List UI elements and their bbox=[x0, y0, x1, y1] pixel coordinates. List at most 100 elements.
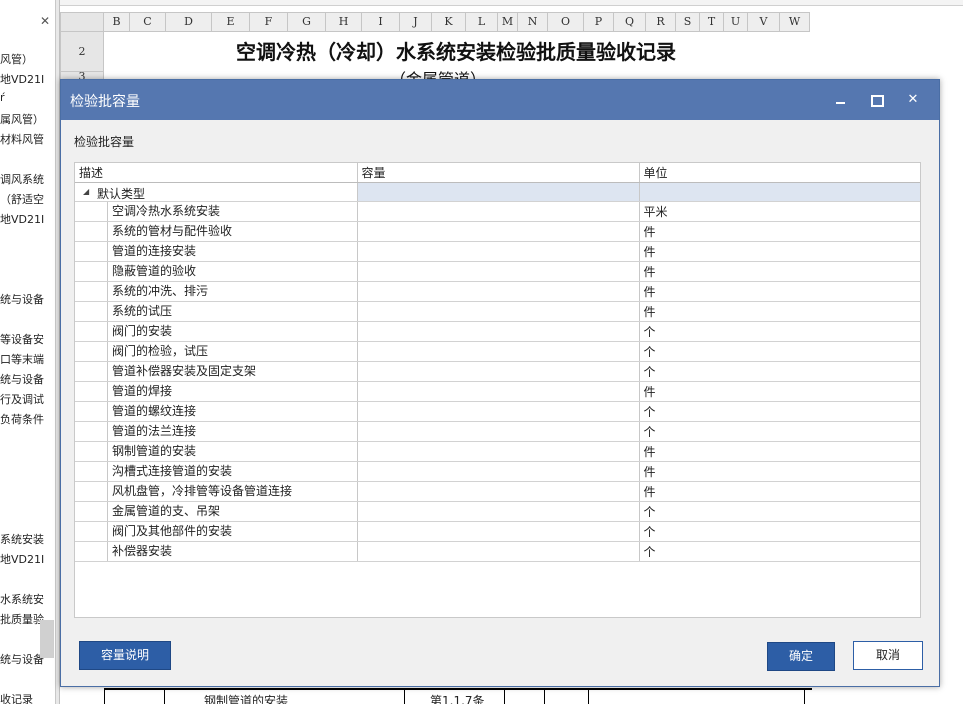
table-row[interactable]: 钢制管道的安装 件 bbox=[75, 441, 920, 462]
row-capacity-cell[interactable] bbox=[357, 501, 640, 522]
dialog-titlebar[interactable]: 检验批容量 ✕ bbox=[61, 80, 939, 120]
column-header[interactable]: F bbox=[250, 12, 288, 32]
column-header[interactable]: D bbox=[166, 12, 212, 32]
row-desc: 空调冷热水系统安装 bbox=[107, 201, 356, 220]
table-row[interactable]: 阀门的安装 个 bbox=[75, 321, 920, 342]
column-header[interactable]: G bbox=[288, 12, 326, 32]
tree-item[interactable]: 统与设备 bbox=[0, 651, 44, 667]
table-row[interactable]: 金属管道的支、吊架 个 bbox=[75, 501, 920, 522]
column-header[interactable]: R bbox=[646, 12, 676, 32]
tree-item[interactable]: 口等末端 bbox=[0, 351, 44, 367]
row-capacity-cell[interactable] bbox=[357, 381, 640, 402]
table-row[interactable]: 沟槽式连接管道的安装 件 bbox=[75, 461, 920, 482]
column-header[interactable]: L bbox=[466, 12, 498, 32]
table-row[interactable]: 管道的焊接 件 bbox=[75, 381, 920, 402]
table-row[interactable]: 管道的螺纹连接 个 bbox=[75, 401, 920, 422]
row-capacity-cell[interactable] bbox=[357, 321, 640, 342]
table-row[interactable]: 阀门及其他部件的安装 个 bbox=[75, 521, 920, 542]
tree-item[interactable]: 水系统安 bbox=[0, 591, 44, 607]
row-capacity-cell[interactable] bbox=[357, 481, 640, 502]
table-row[interactable]: 阀门的检验，试压 个 bbox=[75, 341, 920, 362]
tree-item[interactable]: 行及调试 bbox=[0, 391, 44, 407]
row-desc: 管道补偿器安装及固定支架 bbox=[107, 361, 356, 380]
column-header[interactable]: T bbox=[700, 12, 724, 32]
column-header[interactable]: M bbox=[498, 12, 518, 32]
row-unit: 平米 bbox=[639, 201, 920, 222]
column-header[interactable]: S bbox=[676, 12, 700, 32]
minimize-icon[interactable] bbox=[831, 90, 851, 110]
table-row[interactable]: 系统的试压 件 bbox=[75, 301, 920, 322]
tree-item[interactable]: 统与设备 bbox=[0, 371, 44, 387]
column-header[interactable]: V bbox=[748, 12, 780, 32]
left-panel-scrollbar[interactable] bbox=[40, 620, 54, 658]
row-header[interactable]: 2 bbox=[60, 32, 104, 72]
tree-item[interactable]: 系统安装 bbox=[0, 531, 44, 547]
column-header[interactable]: H bbox=[326, 12, 362, 32]
row-capacity-cell[interactable] bbox=[357, 421, 640, 442]
row-capacity-cell[interactable] bbox=[357, 241, 640, 262]
column-header-unit[interactable]: 单位 bbox=[639, 163, 920, 183]
column-header[interactable]: N bbox=[518, 12, 548, 32]
row-capacity-cell[interactable] bbox=[357, 281, 640, 302]
tree-item[interactable]: 地VD21I bbox=[0, 71, 44, 87]
tree-item[interactable]: 收记录 bbox=[0, 691, 33, 704]
capacity-info-button[interactable]: 容量说明 bbox=[79, 641, 171, 670]
row-capacity-cell[interactable] bbox=[357, 401, 640, 422]
row-capacity-cell[interactable] bbox=[357, 201, 640, 222]
sheet-corner[interactable] bbox=[60, 12, 104, 32]
table-row[interactable]: 管道补偿器安装及固定支架 个 bbox=[75, 361, 920, 382]
table-row[interactable]: 隐蔽管道的验收 件 bbox=[75, 261, 920, 282]
row-capacity-cell[interactable] bbox=[357, 341, 640, 362]
column-header[interactable]: K bbox=[432, 12, 466, 32]
row-capacity-cell[interactable] bbox=[357, 441, 640, 462]
tree-item[interactable]: 材料风管 bbox=[0, 131, 44, 147]
close-icon[interactable]: ✕ bbox=[903, 90, 923, 110]
group-row[interactable]: ◢ 默认类型 bbox=[75, 182, 920, 202]
table-row[interactable]: 系统的冲洗、排污 件 bbox=[75, 281, 920, 302]
table-row[interactable]: 补偿器安装 个 bbox=[75, 541, 920, 562]
row-capacity-cell[interactable] bbox=[357, 261, 640, 282]
row-capacity-cell[interactable] bbox=[357, 461, 640, 482]
tree-item[interactable]: 统与设备 bbox=[0, 291, 44, 307]
column-header[interactable]: E bbox=[212, 12, 250, 32]
collapse-triangle-icon[interactable]: ◢ bbox=[83, 187, 89, 196]
column-header[interactable]: P bbox=[584, 12, 614, 32]
close-icon[interactable]: ✕ bbox=[40, 14, 50, 28]
tree-item[interactable]: 地VD21I bbox=[0, 211, 44, 227]
ok-button[interactable]: 确定 bbox=[767, 642, 835, 671]
tree-item[interactable]: ŕ bbox=[0, 91, 5, 104]
row-capacity-cell[interactable] bbox=[357, 521, 640, 542]
maximize-icon[interactable] bbox=[866, 90, 886, 110]
tree-item[interactable]: 风管） bbox=[0, 51, 33, 67]
tree-item[interactable]: （舒适空 bbox=[0, 191, 44, 207]
row-capacity-cell[interactable] bbox=[357, 541, 640, 562]
table-row[interactable]: 管道的法兰连接 个 bbox=[75, 421, 920, 442]
row-desc: 沟槽式连接管道的安装 bbox=[107, 461, 356, 480]
row-capacity-cell[interactable] bbox=[357, 221, 640, 242]
column-header[interactable]: W bbox=[780, 12, 810, 32]
tree-item[interactable]: 调风系统 bbox=[0, 171, 44, 187]
row-desc: 金属管道的支、吊架 bbox=[107, 501, 356, 520]
column-header-capacity[interactable]: 容量 bbox=[357, 163, 640, 183]
column-header[interactable]: B bbox=[104, 12, 130, 32]
table-row[interactable]: 风机盘管，冷排管等设备管道连接 件 bbox=[75, 481, 920, 502]
column-header[interactable]: Q bbox=[614, 12, 646, 32]
tree-item[interactable]: 地VD21I bbox=[0, 551, 44, 567]
row-capacity-cell[interactable] bbox=[357, 301, 640, 322]
tree-item[interactable]: 批质量验 bbox=[0, 611, 44, 627]
table-row[interactable]: 系统的管材与配件验收 件 bbox=[75, 221, 920, 242]
column-header-desc[interactable]: 描述 bbox=[75, 163, 358, 183]
column-header[interactable]: O bbox=[548, 12, 584, 32]
tree-item[interactable]: 等设备安 bbox=[0, 331, 44, 347]
cancel-button[interactable]: 取消 bbox=[853, 641, 923, 670]
column-header[interactable]: I bbox=[362, 12, 400, 32]
column-header[interactable]: U bbox=[724, 12, 748, 32]
table-row[interactable]: 管道的连接安装 件 bbox=[75, 241, 920, 262]
table-row[interactable]: 空调冷热水系统安装 平米 bbox=[75, 201, 920, 222]
column-header[interactable]: C bbox=[130, 12, 166, 32]
row-capacity-cell[interactable] bbox=[357, 361, 640, 382]
tree-item[interactable]: 属风管） bbox=[0, 111, 44, 127]
tree-item[interactable]: 负荷条件 bbox=[0, 411, 44, 427]
column-header[interactable]: J bbox=[400, 12, 432, 32]
row-unit: 个 bbox=[639, 541, 920, 562]
